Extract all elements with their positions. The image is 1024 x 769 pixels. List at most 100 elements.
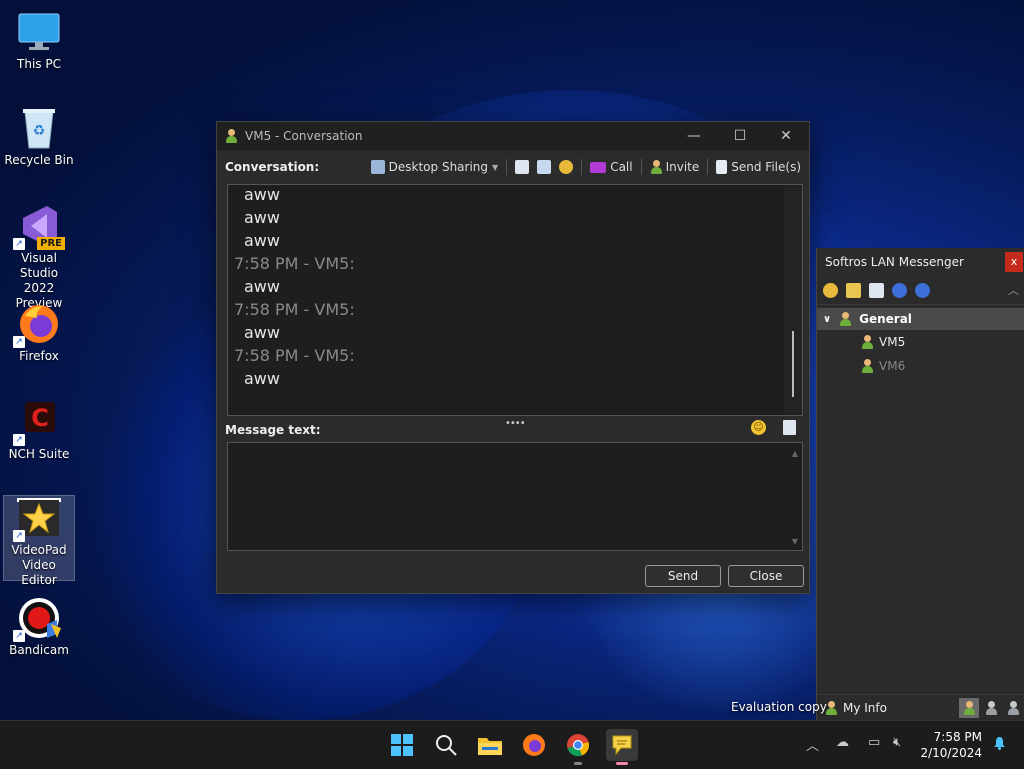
desktop-sharing-label: Desktop Sharing — [388, 160, 489, 174]
window-title: VM5 - Conversation — [245, 129, 363, 143]
text-format-icon[interactable] — [783, 420, 796, 435]
status-offline-icon[interactable] — [1003, 698, 1023, 718]
firefox-taskbar-button[interactable] — [518, 729, 550, 761]
file-explorer-button[interactable] — [474, 729, 506, 761]
contact-name: VM5 — [879, 335, 906, 349]
status-online-icon[interactable] — [959, 697, 979, 718]
desktop-icon-nch-suite[interactable]: C ↗ NCH Suite — [4, 400, 74, 462]
settings-button[interactable] — [559, 160, 574, 174]
chevron-up-icon[interactable]: ︿ — [1008, 282, 1019, 298]
contact-item[interactable]: VM6 — [817, 354, 1024, 378]
volume-muted-icon[interactable]: 🔇︎ — [893, 735, 901, 750]
message-header: 7:58 PM - VM5: — [234, 300, 355, 319]
contact-item[interactable]: VM5 — [817, 330, 1024, 354]
pane-splitter-handle[interactable]: •••• — [505, 418, 526, 429]
shortcut-arrow-icon: ↗ — [13, 530, 25, 542]
lan-messenger-taskbar-button[interactable] — [606, 729, 638, 765]
desktop-sharing-icon — [370, 160, 385, 174]
maximize-button[interactable]: ☐ — [717, 122, 763, 150]
scroll-up-arrow[interactable]: ▲ — [792, 449, 798, 458]
my-info-link[interactable]: My Info — [843, 701, 959, 715]
conversation-titlebar[interactable]: VM5 - Conversation — ☐ ✕ — [217, 122, 809, 150]
history-icon[interactable] — [869, 282, 884, 298]
chat-bubble-icon — [612, 735, 632, 756]
user-icon — [225, 129, 237, 143]
call-button[interactable]: Call — [590, 160, 633, 174]
toolbar-divider — [581, 159, 583, 175]
history-icon — [515, 160, 530, 174]
conversation-window: VM5 - Conversation — ☐ ✕ Conversation: D… — [216, 121, 810, 594]
minimize-button[interactable]: — — [671, 122, 717, 150]
desktop-icon-recycle-bin[interactable]: ♻ Recycle Bin — [4, 106, 74, 168]
message-header: 7:58 PM - VM5: — [234, 346, 355, 365]
message-text: aww — [244, 369, 280, 388]
shortcut-arrow-icon: ↗ — [13, 434, 25, 446]
user-icon — [963, 700, 975, 715]
folder-icon — [478, 738, 502, 755]
message-input[interactable] — [228, 443, 802, 550]
desktop-icon-visual-studio[interactable]: PRE ↗ Visual Studio 2022 Preview — [4, 204, 74, 311]
invite-button[interactable]: Invite — [650, 160, 700, 174]
clock-date: 2/10/2024 — [920, 746, 982, 760]
gear-icon[interactable] — [823, 282, 838, 298]
history-button[interactable] — [515, 160, 530, 174]
info-icon[interactable] — [915, 282, 930, 298]
folder-icon[interactable] — [846, 282, 861, 298]
toolbar-divider — [506, 159, 508, 175]
scroll-down-arrow[interactable]: ▼ — [792, 537, 798, 546]
shortcut-arrow-icon: ↗ — [13, 238, 25, 250]
onedrive-icon[interactable]: ☁ — [836, 735, 849, 750]
document-icon — [537, 160, 552, 174]
emoticon-icon[interactable]: ☺ — [751, 420, 766, 435]
send-button[interactable]: Send — [645, 565, 721, 587]
status-away-icon[interactable] — [981, 698, 1001, 718]
gear-icon — [559, 160, 574, 174]
bandicam-icon: ↗ — [13, 596, 61, 642]
invite-label: Invite — [665, 160, 700, 174]
group-name: General — [859, 312, 912, 326]
recycle-bin-icon: ♻ — [17, 106, 61, 150]
messenger-title: Softros LAN Messenger — [825, 255, 964, 269]
desktop-icon-bandicam[interactable]: ↗ Bandicam — [4, 596, 74, 658]
close-button[interactable]: Close — [728, 565, 804, 587]
windows-logo-icon — [391, 734, 413, 756]
call-label: Call — [610, 160, 633, 174]
desktop-icon-label: This PC — [17, 57, 61, 71]
message-text: aww — [244, 185, 280, 204]
conversation-log[interactable]: aww aww aww 7:58 PM - VM5: aww 7:58 PM -… — [227, 184, 803, 416]
search-icon — [436, 735, 457, 756]
visual-studio-icon: PRE ↗ — [13, 204, 65, 250]
conversation-label: Conversation: — [225, 160, 320, 174]
help-icon[interactable] — [892, 282, 907, 298]
shortcut-arrow-icon: ↗ — [13, 630, 25, 642]
messenger-titlebar[interactable]: Softros LAN Messenger x — [817, 248, 1024, 276]
chevron-up-icon[interactable]: ︿ — [806, 735, 819, 754]
lan-messenger-panel: Softros LAN Messenger x ︿ ∨ General VM5 … — [816, 248, 1024, 720]
videopad-star-icon: ↗ — [13, 496, 61, 542]
chevron-down-icon[interactable]: ∨ — [823, 314, 831, 325]
send-files-label: Send File(s) — [731, 160, 801, 174]
close-window-button[interactable]: ✕ — [763, 122, 809, 150]
start-button[interactable] — [386, 729, 418, 761]
svg-text:♻: ♻ — [33, 123, 46, 139]
running-indicator — [574, 762, 582, 765]
message-text: aww — [244, 277, 280, 296]
conversation-scrollbar-thumb[interactable] — [792, 331, 794, 397]
search-button[interactable] — [430, 729, 462, 761]
send-files-button[interactable]: Send File(s) — [716, 160, 801, 174]
desktop-icon-label: VideoPad Video Editor — [11, 543, 67, 587]
taskbar-clock[interactable]: 7:58 PM 2/10/2024 — [920, 729, 982, 761]
toolbar-divider — [640, 159, 642, 175]
contact-group-general[interactable]: ∨ General — [817, 308, 1024, 330]
network-icon[interactable]: ▭ — [868, 735, 880, 750]
desktop-icon-firefox[interactable]: ↗ Firefox — [4, 302, 74, 364]
desktop-icon-videopad[interactable]: ↗ VideoPad Video Editor — [3, 495, 75, 587]
conversation-toolbar: Conversation: Desktop Sharing ▼ Call Inv… — [225, 156, 801, 178]
messenger-close-button[interactable]: x — [1005, 252, 1023, 272]
notification-bell-icon[interactable] — [993, 736, 1006, 750]
format-button[interactable] — [537, 160, 552, 174]
user-online-icon — [861, 359, 873, 373]
chrome-taskbar-button[interactable] — [562, 729, 594, 765]
desktop-icon-this-pc[interactable]: This PC — [4, 10, 74, 72]
desktop-sharing-button[interactable]: Desktop Sharing ▼ — [370, 160, 498, 174]
